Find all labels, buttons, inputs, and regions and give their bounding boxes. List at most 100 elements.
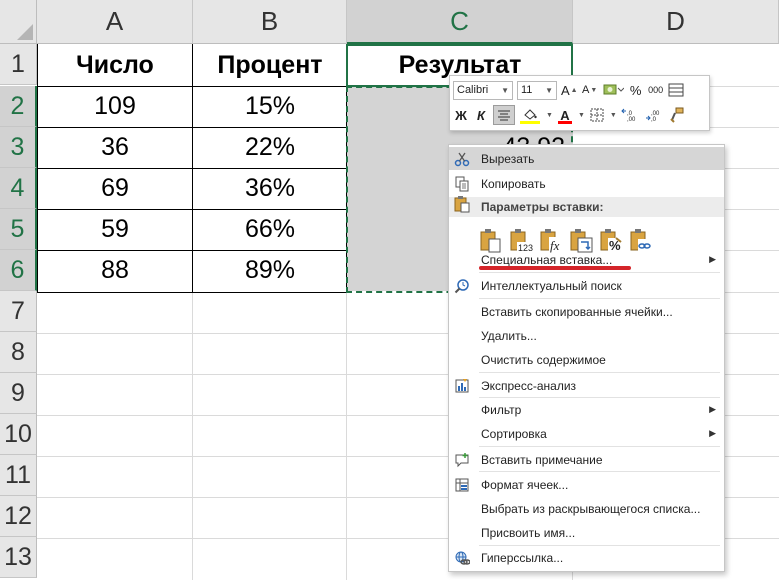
menu-item-pick-from-list[interactable]: Выбрать из раскрывающегося списка... xyxy=(449,497,724,520)
cell-b2[interactable]: 15% xyxy=(193,86,347,127)
chevron-right-icon: ▶ xyxy=(709,404,716,414)
caret-down-icon: ▼ xyxy=(590,86,598,94)
menu-label: Выбрать из раскрывающегося списка... xyxy=(481,501,701,516)
fill-color-button[interactable] xyxy=(519,105,541,125)
format-cells-icon xyxy=(454,477,470,493)
chevron-down-icon[interactable]: ▼ xyxy=(546,112,553,119)
cell-b6[interactable]: 89% xyxy=(193,250,347,291)
menu-item-smart-lookup[interactable]: Интеллектуальный поиск xyxy=(449,274,724,297)
cell-a1[interactable]: Число xyxy=(37,45,193,86)
scissors-icon xyxy=(454,151,470,167)
cell-b4[interactable]: 36% xyxy=(193,168,347,209)
percent-style-button[interactable]: % xyxy=(628,80,644,100)
hyperlink-icon xyxy=(454,550,470,566)
menu-item-hyperlink[interactable]: Гиперссылка... xyxy=(449,546,724,569)
menu-item-insert-copied-cells[interactable]: Вставить скопированные ячейки... xyxy=(449,300,724,323)
menu-item-copy[interactable]: Копировать xyxy=(449,172,724,195)
cell-b1[interactable]: Процент xyxy=(193,45,347,86)
bold-button[interactable]: Ж xyxy=(453,105,469,125)
italic-button[interactable]: К xyxy=(473,105,489,125)
cell-a2[interactable]: 109 xyxy=(37,86,193,127)
paint-bucket-icon xyxy=(524,109,537,120)
menu-label: Интеллектуальный поиск xyxy=(481,278,622,293)
annotation-red-underline xyxy=(479,266,631,270)
borders-button[interactable] xyxy=(589,105,605,125)
chevron-down-icon[interactable]: ▼ xyxy=(610,112,617,119)
quick-analysis-icon xyxy=(454,378,470,394)
menu-separator xyxy=(479,471,720,472)
paste-options-title: Параметры вставки: xyxy=(481,200,604,214)
menu-item-quick-analysis[interactable]: Экспресс-анализ xyxy=(449,374,724,397)
fill-color-swatch xyxy=(520,121,540,124)
row-header-2[interactable]: 2 xyxy=(0,86,37,127)
chevron-down-icon[interactable]: ▼ xyxy=(578,112,585,119)
row-header-12[interactable]: 12 xyxy=(0,496,37,537)
align-center-icon xyxy=(498,110,510,121)
align-center-button[interactable] xyxy=(493,105,515,125)
row-header-7[interactable]: 7 xyxy=(0,291,37,332)
menu-item-cut[interactable]: Вырезать xyxy=(449,147,724,170)
menu-label: Очистить содержимое xyxy=(481,352,606,367)
menu-label: Удалить... xyxy=(481,328,537,343)
row-header-10[interactable]: 10 xyxy=(0,414,37,455)
cell-a5[interactable]: 59 xyxy=(37,209,193,250)
table-border xyxy=(37,168,347,169)
column-header-c[interactable]: C xyxy=(347,0,573,44)
menu-item-sort[interactable]: Сортировка ▶ xyxy=(449,422,724,445)
menu-separator xyxy=(479,272,720,273)
menu-item-clear-contents[interactable]: Очистить содержимое xyxy=(449,348,724,371)
increase-decimal-button[interactable]: ,0,00 xyxy=(621,105,641,125)
row-header-9[interactable]: 9 xyxy=(0,373,37,414)
row-header-1[interactable]: 1 xyxy=(0,44,37,85)
font-color-button[interactable]: А xyxy=(557,105,573,125)
menu-label: Экспресс-анализ xyxy=(481,378,577,393)
row-header-5[interactable]: 5 xyxy=(0,209,37,250)
table-border xyxy=(37,292,347,293)
select-all-corner[interactable] xyxy=(0,0,37,44)
menu-label: Сортировка xyxy=(481,426,547,441)
font-size-dropdown[interactable]: 11 ▼ xyxy=(517,80,557,100)
select-all-triangle-icon xyxy=(17,24,33,40)
accounting-format-icon xyxy=(603,84,624,95)
svg-text:,00: ,00 xyxy=(627,117,636,122)
column-header-a[interactable]: A xyxy=(37,0,193,44)
table-border xyxy=(37,127,347,128)
menu-item-format-cells[interactable]: Формат ячеек... xyxy=(449,473,724,496)
cell-b5[interactable]: 66% xyxy=(193,209,347,250)
cell-a4[interactable]: 69 xyxy=(37,168,193,209)
font-name-dropdown[interactable]: Calibri ▼ xyxy=(453,80,513,100)
menu-label: Присвоить имя... xyxy=(481,525,576,540)
cell-b3[interactable]: 22% xyxy=(193,127,347,168)
comma-style-button[interactable]: 000 xyxy=(648,80,664,100)
column-header-b[interactable]: B xyxy=(193,0,347,44)
row-header-11[interactable]: 11 xyxy=(0,455,37,496)
row-header-4[interactable]: 4 xyxy=(0,168,37,209)
menu-item-define-name[interactable]: Присвоить имя... xyxy=(449,521,724,544)
grow-font-button[interactable]: A ▲ xyxy=(561,80,578,100)
menu-separator xyxy=(479,298,720,299)
column-header-d[interactable]: D xyxy=(573,0,779,44)
row-header-6[interactable]: 6 xyxy=(0,250,37,291)
format-painter-button[interactable] xyxy=(668,80,684,100)
cell-a3[interactable]: 36 xyxy=(37,127,193,168)
cell-a6[interactable]: 88 xyxy=(37,250,193,291)
copy-icon xyxy=(454,176,470,192)
chevron-right-icon: ▶ xyxy=(709,254,716,264)
comment-icon xyxy=(454,452,470,468)
decrease-decimal-button[interactable]: ,00,0 xyxy=(645,105,665,125)
format-painter-brush-button[interactable] xyxy=(669,105,685,125)
row-header-8[interactable]: 8 xyxy=(0,332,37,373)
format-painter-icon xyxy=(670,107,684,123)
row-header-13[interactable]: 13 xyxy=(0,537,37,578)
shrink-font-button[interactable]: A ▼ xyxy=(582,80,598,100)
table-border xyxy=(37,86,347,87)
menu-item-delete[interactable]: Удалить... xyxy=(449,324,724,347)
row-header-3[interactable]: 3 xyxy=(0,127,37,168)
menu-item-filter[interactable]: Фильтр ▶ xyxy=(449,398,724,421)
svg-text:,0: ,0 xyxy=(651,117,657,122)
accounting-format-button[interactable] xyxy=(602,80,624,100)
menu-item-insert-comment[interactable]: Вставить примечание xyxy=(449,448,724,471)
paste-options-section: Параметры вставки: xyxy=(449,196,724,217)
menu-label: Специальная вставка... xyxy=(481,252,613,267)
menu-label: Вставить примечание xyxy=(481,452,603,467)
